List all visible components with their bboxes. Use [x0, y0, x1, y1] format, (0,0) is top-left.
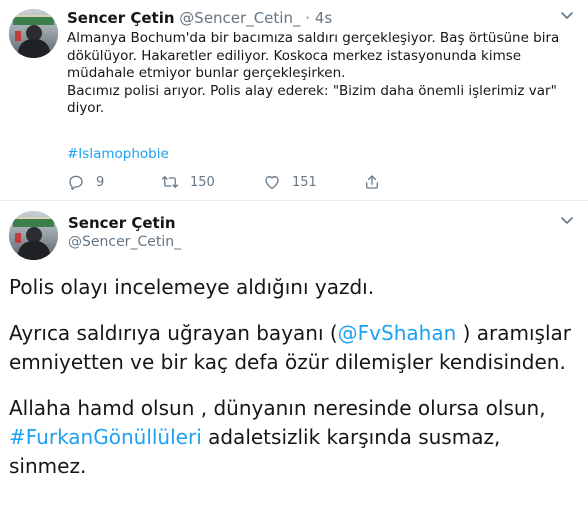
like-icon	[265, 176, 279, 190]
tweet-text-line: müdahale etmiyor bunlar gerçekleşirken.	[67, 65, 346, 81]
tweet-paragraph: Ayrıca saldırıya uğrayan bayanı (@FvShah…	[9, 319, 579, 377]
tweet-text-line: emniyetten ve bir kaç defa özür dilemişl…	[9, 350, 566, 374]
tweet-text: Polis olayı incelemeye aldığını yazdı. A…	[9, 273, 579, 498]
chevron-down-icon[interactable]	[560, 216, 574, 226]
author-name[interactable]: Sencer Çetin	[67, 9, 175, 27]
text-segment: ) aramışlar	[456, 321, 571, 345]
avatar[interactable]	[9, 211, 58, 260]
text-segment: Ayrıca saldırıya uğrayan bayanı (	[9, 321, 338, 345]
tweet-text-line: Polis olayı incelemeye aldığını yazdı.	[9, 275, 375, 299]
tweet-paragraph: Polis olayı incelemeye aldığını yazdı.	[9, 273, 579, 302]
author-handle[interactable]: @Sencer_Cetin_	[179, 9, 300, 27]
separator-dot: ·	[305, 9, 311, 27]
share-icon	[366, 175, 378, 189]
like-count: 151	[292, 174, 317, 190]
tweet-text-line: Ayrıca saldırıya uğrayan bayanı (@FvShah…	[9, 319, 579, 348]
like-button[interactable]: 151	[263, 173, 317, 191]
chevron-down-icon[interactable]	[560, 11, 574, 21]
tweet-second[interactable]: Sencer Çetin @Sencer_Cetin_ Polis olayı …	[0, 201, 588, 529]
tweet-text-line: dökülüyor. Hakaretler ediliyor. Koskoca …	[67, 47, 522, 64]
tweet-text-line: diyor.	[67, 100, 105, 116]
text-segment: adaletsizlik karşında susmaz,	[201, 425, 501, 449]
tweet-text-line: Allaha hamd olsun , dünyanın neresinde o…	[9, 396, 546, 420]
hashtag-link[interactable]: #FurkanGönüllüleri	[9, 425, 202, 449]
tweet-actions: 9 150 151	[67, 173, 397, 193]
author-handle[interactable]: @Sencer_Cetin_	[68, 234, 181, 250]
tweet-text: Almanya Bochum'da bir bacımıza saldırı g…	[67, 30, 567, 118]
tweet-time[interactable]: 4s	[315, 9, 332, 27]
share-button[interactable]	[363, 173, 381, 191]
tweet-header: Sencer Çetin @Sencer_Cetin_ · 4s	[67, 9, 332, 27]
tweet-text-line: Almanya Bochum'da bir bacımıza saldırı g…	[67, 30, 560, 46]
reply-icon	[69, 175, 83, 190]
mention-link[interactable]: @FvShahan	[338, 321, 457, 345]
reply-count: 9	[96, 174, 105, 190]
avatar[interactable]	[9, 9, 58, 58]
tweet-text-line: #FurkanGönüllüleri adaletsizlik karşında…	[9, 423, 579, 452]
tweet-text-line: Bacımız polisi arıyor. Polis alay ederek…	[67, 82, 557, 99]
tweet-text-line: sinmez.	[9, 454, 87, 478]
retweet-count: 150	[190, 174, 215, 190]
tweet-first[interactable]: Sencer Çetin @Sencer_Cetin_ · 4s Almanya…	[0, 0, 588, 201]
hashtag-link[interactable]: #Islamophobie	[67, 146, 169, 162]
reply-button[interactable]: 9	[67, 173, 104, 191]
author-name[interactable]: Sencer Çetin	[68, 214, 176, 232]
tweet-paragraph: Allaha hamd olsun , dünyanın neresinde o…	[9, 394, 579, 481]
retweet-button[interactable]: 150	[161, 173, 215, 191]
retweet-icon	[161, 176, 179, 188]
